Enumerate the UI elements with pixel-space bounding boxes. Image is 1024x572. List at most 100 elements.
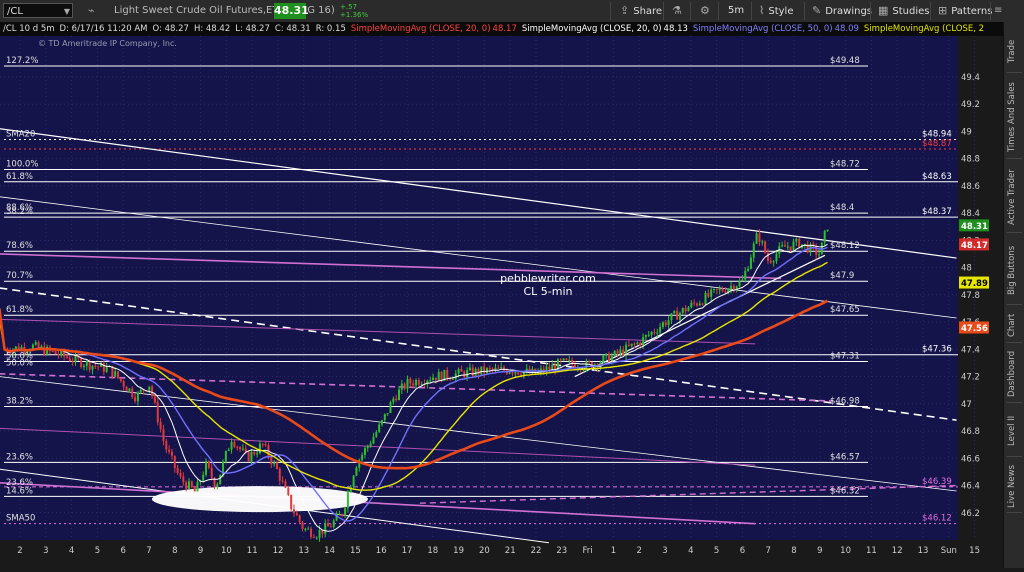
sidebar-tab-times-and-sales[interactable]: Times And Sales (1007, 76, 1022, 159)
candle-body (710, 289, 713, 297)
flask-icon[interactable]: ⚗ (672, 0, 686, 22)
fib-level-price: $47.9 (830, 271, 854, 281)
sidebar-tab-live-news[interactable]: Live News (1007, 460, 1022, 513)
plot-background (0, 36, 958, 540)
candle-body (241, 448, 244, 450)
candle-body (466, 370, 469, 378)
studies-icon: ▦ (878, 4, 889, 17)
price-change-pct: +1.36% (340, 11, 369, 19)
study-sma2[interactable]: SimpleMovingAvg (CLOSE, 20, 0) (522, 24, 662, 34)
candle-body (548, 366, 551, 370)
candle-body (85, 360, 88, 366)
share-button[interactable]: ⇪ Share (620, 0, 662, 22)
candle-body (511, 372, 514, 374)
candle-body (678, 312, 681, 320)
candle-body (707, 292, 710, 297)
candle-body (721, 288, 724, 292)
candle-body (568, 359, 571, 361)
study-sma3[interactable]: SimpleMovingAvg (CLOSE, 50, 0) (693, 24, 833, 34)
x-tick-label: 4 (688, 546, 693, 556)
study-sma3-value: 48.09 (834, 24, 859, 34)
study-sma4[interactable]: SimpleMovingAvg (CLOSE, 2 (864, 24, 984, 34)
candle-body (613, 350, 616, 356)
candle-body (292, 509, 295, 514)
candle-body (344, 508, 347, 516)
candle-body (216, 484, 219, 487)
bar-open: O: 48.27 (152, 24, 189, 34)
settings-icon[interactable]: ⚙ (700, 0, 714, 22)
menu-icon[interactable]: ≡ (994, 0, 1002, 22)
candle-body (752, 243, 755, 258)
candle-body (661, 322, 664, 327)
studies-button[interactable]: ▦ Studies (878, 0, 930, 22)
candle-body (704, 292, 707, 305)
link-icon[interactable]: ⌁ (88, 0, 95, 22)
symbol-selector[interactable]: /CL ▼ (3, 3, 73, 18)
candle-body (758, 233, 761, 242)
level-price-label: $48.37 (922, 207, 952, 217)
x-tick-label: 7 (765, 546, 770, 556)
candle-body (420, 383, 423, 385)
candle-body (715, 288, 718, 291)
x-tick-label: 8 (791, 546, 796, 556)
x-tick-label: 16 (376, 546, 387, 556)
candle-body (287, 487, 290, 495)
candle-body (775, 253, 778, 262)
style-button[interactable]: ⌇ Style (759, 0, 794, 22)
candle-body (457, 368, 460, 374)
candle-body (605, 353, 608, 356)
fib-level-price: $48.72 (830, 159, 860, 169)
x-tick-label: 1 (611, 546, 616, 556)
candle-body (51, 350, 54, 352)
candle-body (667, 320, 670, 326)
last-price: 48.31 (274, 3, 309, 19)
interval-button[interactable]: 5m (728, 0, 744, 22)
candle-body (60, 350, 63, 356)
y-tick-label: 47.2 (961, 373, 980, 383)
candle-body (818, 254, 821, 256)
candle-body (695, 303, 698, 306)
x-tick-label: 11 (866, 546, 877, 556)
x-tick-label: 3 (43, 546, 48, 556)
study-sma1[interactable]: SimpleMovingAvg (CLOSE, 20, 0) (351, 24, 491, 34)
sidebar-tab-big-buttons[interactable]: Big Buttons (1007, 236, 1022, 305)
candle-body (270, 456, 273, 465)
candle-body (258, 443, 261, 454)
candle-body (437, 371, 440, 381)
chart-area[interactable]: 127.2% $49.48 100.0% $48.72 88.6% $48.4 78.6% $… (0, 36, 1003, 568)
x-tick-label: 9 (198, 546, 203, 556)
sidebar-tab-trade[interactable]: Trade (1007, 30, 1022, 73)
candle-body (471, 367, 474, 376)
fib-level-label: 78.6% (6, 241, 33, 251)
y-tick-label: 49 (961, 127, 972, 137)
candle-body (179, 472, 182, 477)
left-level-label: 38.2% (6, 207, 33, 217)
candle-body (366, 445, 369, 449)
sidebar-tab-dashboard[interactable]: Dashboard (1007, 346, 1022, 403)
candle-body (795, 238, 798, 242)
candle-body (182, 476, 185, 483)
price-chart[interactable]: 127.2% $49.48100.0% $48.7288.6% $48.478.6% $… (0, 36, 1003, 568)
right-sidebar: Trade Times And Sales Active Trader Big But… (1003, 22, 1024, 568)
y-tick-label: 46.4 (961, 482, 980, 492)
candle-body (588, 361, 591, 363)
candle-body (383, 413, 386, 421)
drawings-button[interactable]: ✎ Drawings (812, 0, 872, 22)
x-tick-label: 9 (817, 546, 822, 556)
candle-body (562, 358, 565, 361)
left-level-label: 23.6% (6, 478, 33, 488)
candle-body (261, 443, 264, 445)
x-tick-label: 7 (146, 546, 151, 556)
sidebar-tab-active-trader[interactable]: Active Trader (1007, 162, 1022, 233)
candle-body (159, 422, 162, 430)
candle-body (346, 492, 349, 509)
candle-body (403, 383, 406, 389)
candle-body (168, 449, 171, 452)
candle-body (398, 389, 401, 401)
y-tick-label: 47 (961, 400, 972, 410)
candle-body (798, 238, 801, 248)
sidebar-tab-chart[interactable]: Chart (1007, 308, 1022, 343)
candle-body (202, 474, 205, 481)
patterns-button[interactable]: ⊞ Patterns (938, 0, 992, 22)
sidebar-tab-level-ii[interactable]: Level II (1007, 406, 1022, 457)
